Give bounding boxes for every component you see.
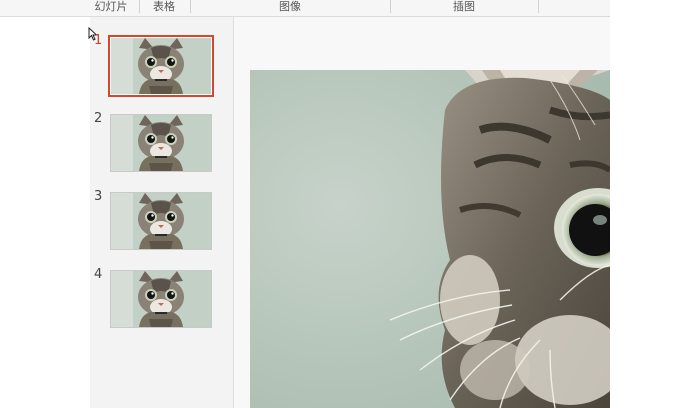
ribbon-group-slides[interactable]: 幻灯片 bbox=[90, 0, 132, 15]
cat-photo-image bbox=[250, 70, 610, 408]
ribbon-separator bbox=[390, 0, 391, 13]
slide-thumbnail-3[interactable] bbox=[110, 192, 212, 250]
ribbon-separator bbox=[190, 0, 191, 13]
ribbon-group-illustrations[interactable]: 插图 bbox=[444, 0, 484, 15]
cat-thumbnail-image bbox=[111, 271, 211, 327]
ribbon-group-bar: 幻灯片 表格 图像 插图 bbox=[0, 0, 610, 17]
slide-number: 3 bbox=[94, 189, 103, 204]
cat-thumbnail-image bbox=[111, 193, 211, 249]
slide-number: 1 bbox=[94, 33, 103, 48]
slide-thumbnail-2[interactable] bbox=[110, 114, 212, 172]
cat-thumbnail-image bbox=[111, 115, 211, 171]
ribbon-group-tables[interactable]: 表格 bbox=[146, 0, 182, 15]
ribbon-separator bbox=[538, 0, 539, 13]
slide-number: 2 bbox=[94, 111, 103, 126]
slide-number: 4 bbox=[94, 267, 103, 282]
ribbon-group-images[interactable]: 图像 bbox=[270, 0, 310, 15]
ribbon-separator bbox=[139, 0, 140, 13]
presentation-app: 幻灯片 表格 图像 插图 1 2 3 4 bbox=[0, 0, 700, 408]
cat-thumbnail-image bbox=[111, 38, 211, 94]
slide-thumbnail-1[interactable] bbox=[108, 35, 214, 97]
slide-thumbnail-4[interactable] bbox=[110, 270, 212, 328]
main-slide-canvas[interactable] bbox=[250, 70, 610, 408]
